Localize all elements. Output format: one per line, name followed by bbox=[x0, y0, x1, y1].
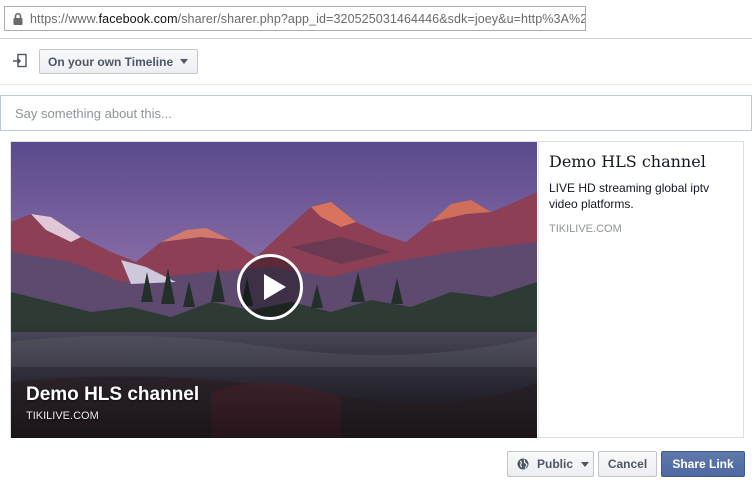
audience-row: On your own Timeline bbox=[0, 40, 752, 85]
play-button[interactable] bbox=[237, 254, 303, 320]
share-to-icon bbox=[13, 53, 27, 68]
preview-title[interactable]: Demo HLS channel bbox=[549, 152, 734, 172]
share-link-button[interactable]: Share Link bbox=[661, 451, 745, 477]
thumbnail-title: Demo HLS channel bbox=[26, 384, 200, 405]
globe-icon bbox=[517, 458, 529, 470]
timeline-selector-button[interactable]: On your own Timeline bbox=[39, 49, 199, 74]
preview-domain: TIKILIVE.COM bbox=[549, 223, 622, 235]
url-prefix: https://www. bbox=[30, 11, 99, 26]
url-path: /sharer/sharer.php?app_id=32052503146444… bbox=[177, 11, 586, 26]
video-thumbnail[interactable]: Demo HLS channel TIKILIVE.COM bbox=[11, 142, 537, 438]
url-text: https://www.facebook.com/sharer/sharer.p… bbox=[30, 11, 586, 26]
lock-icon bbox=[13, 12, 23, 25]
chevron-down-icon bbox=[581, 461, 590, 467]
url-domain: facebook.com bbox=[98, 11, 178, 26]
url-field[interactable]: https://www.facebook.com/sharer/sharer.p… bbox=[4, 6, 586, 31]
preview-description: LIVE HD streaming global iptv video plat… bbox=[549, 181, 710, 211]
message-input[interactable] bbox=[0, 95, 752, 131]
privacy-label: Public bbox=[537, 457, 574, 471]
timeline-selector-label: On your own Timeline bbox=[48, 54, 174, 69]
cancel-button[interactable]: Cancel bbox=[598, 451, 657, 477]
browser-url-bar: https://www.facebook.com/sharer/sharer.p… bbox=[0, 0, 752, 39]
thumbnail-domain: TIKILIVE.COM bbox=[26, 410, 99, 422]
link-preview-card[interactable]: Demo HLS channel TIKILIVE.COM Demo HLS c… bbox=[10, 141, 744, 438]
chevron-down-icon bbox=[180, 59, 189, 64]
preview-text-panel: Demo HLS channel LIVE HD streaming globa… bbox=[538, 142, 744, 438]
privacy-selector-button[interactable]: Public bbox=[507, 451, 594, 477]
play-icon bbox=[264, 274, 286, 300]
